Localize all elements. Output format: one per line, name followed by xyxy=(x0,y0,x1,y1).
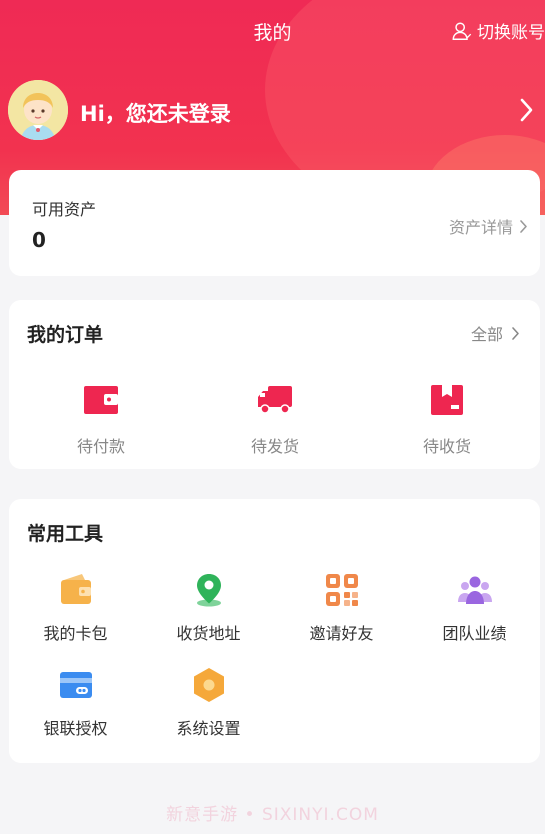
tool-label: 我的卡包 xyxy=(43,624,108,643)
tools-title: 常用工具 xyxy=(27,523,104,545)
tool-label: 银联授权 xyxy=(43,719,108,738)
assets-label: 可用资产 xyxy=(32,200,97,219)
package-icon xyxy=(431,385,463,415)
settings-icon xyxy=(193,668,224,702)
order-pending-receipt[interactable]: 待收货 xyxy=(387,383,507,457)
team-icon xyxy=(457,576,492,604)
chevron-right-icon xyxy=(520,219,527,233)
orders-card: 我的订单 全部 待付款 待发货 待收货 xyxy=(9,300,540,469)
assets-detail-label: 资产详情 xyxy=(448,218,513,237)
order-pending-shipment[interactable]: 待发货 xyxy=(215,383,335,457)
tool-label: 团队业绩 xyxy=(442,624,507,643)
user-icon xyxy=(452,21,472,40)
tool-invite-friends[interactable]: 邀请好友 xyxy=(275,572,408,644)
tool-label: 邀请好友 xyxy=(309,624,374,643)
assets-value: 0 xyxy=(32,228,46,252)
orders-all-label: 全部 xyxy=(470,325,503,344)
qr-code-icon xyxy=(325,574,358,606)
tools-card: 常用工具 我的卡包 收货地址 邀请好友 团队业绩 银联授权 系统设置 xyxy=(9,499,540,763)
avatar[interactable] xyxy=(8,80,68,140)
tool-my-cards[interactable]: 我的卡包 xyxy=(9,572,142,644)
tool-team-performance[interactable]: 团队业绩 xyxy=(408,572,541,644)
chevron-right-icon xyxy=(512,326,519,340)
order-item-label: 待发货 xyxy=(250,437,299,456)
card-wallet-icon xyxy=(60,574,91,604)
chevron-right-icon[interactable] xyxy=(517,96,535,124)
truck-icon xyxy=(258,386,292,414)
avatar-icon xyxy=(8,80,68,140)
orders-title: 我的订单 xyxy=(27,324,104,346)
order-item-label: 待收货 xyxy=(422,437,471,456)
assets-detail-link[interactable]: 资产详情 xyxy=(449,214,528,238)
orders-all-link[interactable]: 全部 xyxy=(471,321,520,345)
order-item-label: 待付款 xyxy=(76,437,125,456)
tool-system-settings[interactable]: 系统设置 xyxy=(142,667,275,739)
wallet-icon xyxy=(84,386,118,414)
tool-label: 系统设置 xyxy=(176,719,241,738)
bank-card-icon xyxy=(59,672,92,698)
tool-label: 收货地址 xyxy=(176,624,241,643)
assets-card: 可用资产 0 资产详情 xyxy=(9,170,540,276)
switch-account-button[interactable]: 切换账号 xyxy=(451,18,545,43)
tool-address[interactable]: 收货地址 xyxy=(142,572,275,644)
watermark: 新意手游 • SIXINYI.COM xyxy=(166,805,379,825)
switch-account-label: 切换账号 xyxy=(477,23,545,43)
login-greeting[interactable]: Hi，您还未登录 xyxy=(80,98,231,128)
order-pending-payment[interactable]: 待付款 xyxy=(41,383,161,457)
location-icon xyxy=(196,574,221,607)
tool-unionpay-auth[interactable]: 银联授权 xyxy=(9,667,142,739)
